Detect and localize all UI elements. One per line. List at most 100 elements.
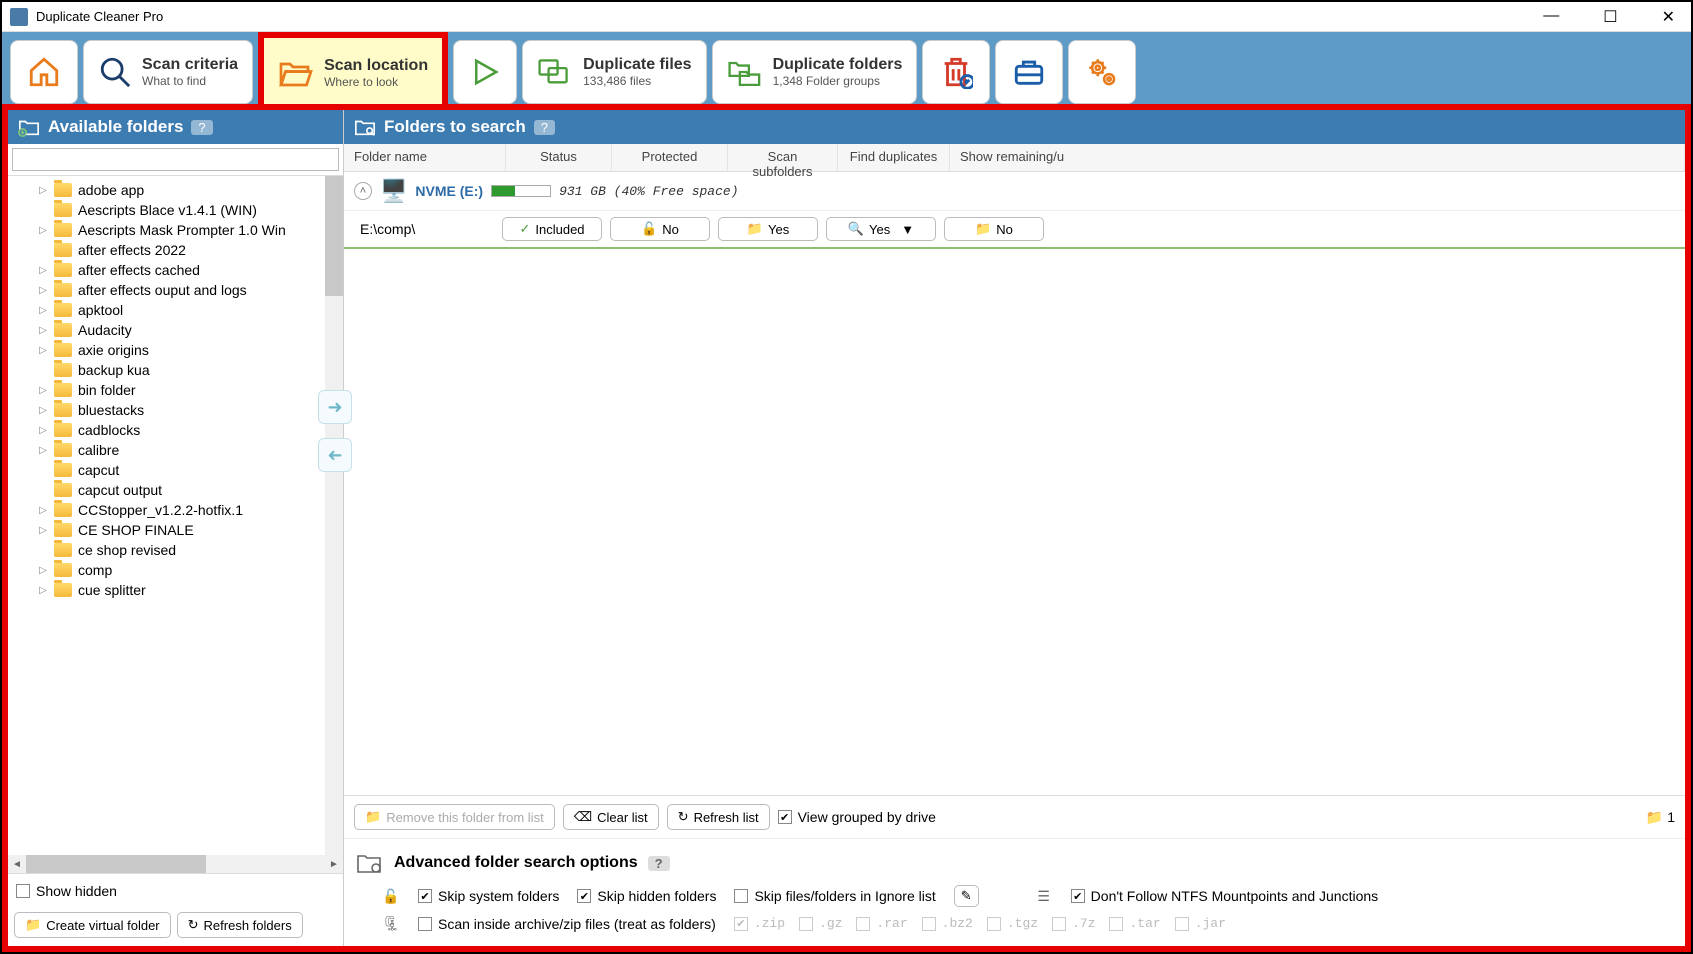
- expand-caret[interactable]: ▷: [38, 585, 48, 596]
- scan-location-button[interactable]: Scan location Where to look: [258, 32, 448, 104]
- tree-item[interactable]: ▷after effects cached: [10, 260, 341, 280]
- ext-checkbox[interactable]: [1052, 917, 1066, 931]
- tree-item[interactable]: ▷after effects ouput and logs: [10, 280, 341, 300]
- folder-tree[interactable]: ▷adobe appAescripts Blace v1.4.1 (WIN)▷A…: [8, 176, 343, 855]
- refresh-folders-button[interactable]: ↻ Refresh folders: [177, 912, 303, 938]
- help-badge-2[interactable]: ?: [534, 120, 555, 135]
- ext-checkbox[interactable]: [987, 917, 1001, 931]
- help-badge[interactable]: ?: [191, 120, 212, 135]
- skip-hidden-checkbox[interactable]: ✔: [577, 889, 591, 903]
- minimize-button[interactable]: —: [1535, 5, 1567, 29]
- start-scan-button[interactable]: [453, 40, 517, 104]
- tree-item[interactable]: ▷CCStopper_v1.2.2-hotfix.1: [10, 500, 341, 520]
- expand-caret[interactable]: ▷: [38, 525, 48, 536]
- tree-item[interactable]: ▷Audacity: [10, 320, 341, 340]
- expand-caret[interactable]: ▷: [38, 445, 48, 456]
- tree-item[interactable]: ▷Aescripts Mask Prompter 1.0 Win: [10, 220, 341, 240]
- expand-caret[interactable]: ▷: [38, 425, 48, 436]
- maximize-button[interactable]: ☐: [1595, 5, 1625, 29]
- remove-folder-button[interactable]: 📁Remove this folder from list: [354, 804, 555, 830]
- tree-item[interactable]: Aescripts Blace v1.4.1 (WIN): [10, 200, 341, 220]
- clear-list-button[interactable]: ⌫Clear list: [563, 804, 659, 830]
- col-folder-name[interactable]: Folder name: [344, 144, 506, 171]
- col-show-remaining[interactable]: Show remaining/u: [950, 144, 1685, 171]
- ext-option[interactable]: .gz: [799, 916, 842, 931]
- ext-option[interactable]: .bz2: [922, 916, 973, 931]
- ntfs-row[interactable]: ✔Don't Follow NTFS Mountpoints and Junct…: [1071, 888, 1378, 904]
- scan-archive-checkbox[interactable]: [418, 917, 432, 931]
- remaining-pill[interactable]: 📁No: [944, 217, 1044, 241]
- col-find-duplicates[interactable]: Find duplicates: [838, 144, 950, 171]
- tree-item[interactable]: ▷apktool: [10, 300, 341, 320]
- expand-caret[interactable]: ▷: [38, 185, 48, 196]
- scan-criteria-button[interactable]: Scan criteria What to find: [83, 40, 253, 104]
- tree-item[interactable]: ▷bin folder: [10, 380, 341, 400]
- tree-item[interactable]: ▷comp: [10, 560, 341, 580]
- skip-ignore-checkbox[interactable]: [734, 889, 748, 903]
- expand-caret[interactable]: ▷: [38, 345, 48, 356]
- tree-item[interactable]: ce shop revised: [10, 540, 341, 560]
- remove-from-search-button[interactable]: ➜: [318, 438, 352, 472]
- tree-item[interactable]: ▷cue splitter: [10, 580, 341, 600]
- ext-checkbox[interactable]: [922, 917, 936, 931]
- tree-item[interactable]: ▷calibre: [10, 440, 341, 460]
- tree-item[interactable]: capcut output: [10, 480, 341, 500]
- tree-item[interactable]: after effects 2022: [10, 240, 341, 260]
- scan-archive-row[interactable]: Scan inside archive/zip files (treat as …: [418, 916, 716, 932]
- tree-scrollbar[interactable]: [325, 176, 343, 855]
- ext-checkbox[interactable]: [799, 917, 813, 931]
- find-dup-pill[interactable]: 🔍Yes▼: [826, 217, 936, 241]
- ext-checkbox[interactable]: [856, 917, 870, 931]
- collapse-icon[interactable]: ˄: [354, 182, 372, 200]
- tree-item[interactable]: ▷axie origins: [10, 340, 341, 360]
- expand-caret[interactable]: ▷: [38, 385, 48, 396]
- duplicate-files-button[interactable]: Duplicate files 133,486 files: [522, 40, 706, 104]
- tree-hscrollbar[interactable]: ◄ ►: [8, 855, 343, 873]
- expand-caret[interactable]: ▷: [38, 405, 48, 416]
- add-to-search-button[interactable]: ➜: [318, 390, 352, 424]
- close-button[interactable]: ✕: [1654, 5, 1683, 29]
- tree-item[interactable]: ▷CE SHOP FINALE: [10, 520, 341, 540]
- home-button[interactable]: [10, 40, 78, 104]
- ext-option[interactable]: .rar: [856, 916, 907, 931]
- col-protected[interactable]: Protected: [612, 144, 728, 171]
- hscroll-right-arrow[interactable]: ►: [325, 855, 343, 873]
- grouped-checkbox[interactable]: ✔: [778, 810, 792, 824]
- ext-option[interactable]: .tar: [1109, 916, 1160, 931]
- expand-caret[interactable]: ▷: [38, 565, 48, 576]
- tree-item[interactable]: capcut: [10, 460, 341, 480]
- adv-help-badge[interactable]: ?: [648, 856, 670, 871]
- ntfs-checkbox[interactable]: ✔: [1071, 889, 1085, 903]
- edit-ignore-button[interactable]: ✎: [954, 885, 979, 907]
- skip-hidden-row[interactable]: ✔Skip hidden folders: [577, 888, 716, 904]
- delete-tool-button[interactable]: [922, 40, 990, 104]
- status-pill[interactable]: ✓Included: [502, 217, 602, 241]
- settings-button[interactable]: [1068, 40, 1136, 104]
- grouped-by-drive-row[interactable]: ✔ View grouped by drive: [778, 806, 936, 828]
- ext-checkbox[interactable]: ✔: [734, 917, 748, 931]
- hscroll-thumb[interactable]: [26, 855, 206, 873]
- drive-row[interactable]: ˄ 🖥️ NVME (E:) 931 GB (40% Free space): [344, 172, 1685, 211]
- tree-scroll-thumb[interactable]: [325, 176, 343, 296]
- expand-caret[interactable]: ▷: [38, 505, 48, 516]
- ext-option[interactable]: ✔.zip: [734, 916, 785, 931]
- show-hidden-row[interactable]: Show hidden: [16, 880, 335, 902]
- ext-checkbox[interactable]: [1175, 917, 1189, 931]
- skip-system-row[interactable]: ✔Skip system folders: [418, 888, 559, 904]
- expand-caret[interactable]: ▷: [38, 285, 48, 296]
- ext-option[interactable]: .jar: [1175, 916, 1226, 931]
- tree-item[interactable]: ▷cadblocks: [10, 420, 341, 440]
- expand-caret[interactable]: ▷: [38, 265, 48, 276]
- ext-option[interactable]: .7z: [1052, 916, 1095, 931]
- col-scan-subfolders[interactable]: Scan subfolders: [728, 144, 838, 171]
- expand-caret[interactable]: ▷: [38, 225, 48, 236]
- search-folder-row[interactable]: E:\comp\ ✓Included 🔓No 📁Yes 🔍Yes▼ 📁No: [344, 211, 1685, 249]
- show-hidden-checkbox[interactable]: [16, 884, 30, 898]
- tree-item[interactable]: ▷bluestacks: [10, 400, 341, 420]
- duplicate-folders-button[interactable]: Duplicate folders 1,348 Folder groups: [712, 40, 918, 104]
- ext-checkbox[interactable]: [1109, 917, 1123, 931]
- expand-caret[interactable]: ▷: [38, 305, 48, 316]
- skip-system-checkbox[interactable]: ✔: [418, 889, 432, 903]
- col-status[interactable]: Status: [506, 144, 612, 171]
- skip-ignore-row[interactable]: Skip files/folders in Ignore list: [734, 888, 935, 904]
